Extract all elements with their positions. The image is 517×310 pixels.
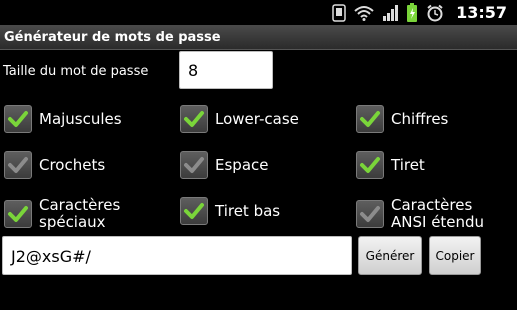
- copy-button[interactable]: Copier: [429, 236, 481, 275]
- checkmark-icon[interactable]: [4, 200, 32, 228]
- battery-icon: [406, 2, 418, 23]
- option-checkbox[interactable]: Caractères spéciaux: [4, 197, 159, 231]
- password-field[interactable]: J2@xsG#/: [2, 236, 352, 275]
- option-checkbox[interactable]: Chiffres: [356, 105, 448, 133]
- status-bar: 13:57: [0, 0, 517, 25]
- option-label: Majuscules: [39, 109, 122, 128]
- length-input[interactable]: 8: [179, 51, 273, 89]
- checkmark-icon[interactable]: [180, 105, 208, 133]
- option-checkbox[interactable]: Espace: [180, 151, 268, 179]
- title-bar: Générateur de mots de passe: [0, 25, 517, 50]
- alarm-icon: [426, 4, 444, 22]
- checkmark-icon[interactable]: [356, 200, 384, 228]
- option-checkbox[interactable]: Tiret: [356, 151, 425, 179]
- phone-icon: [332, 3, 346, 22]
- checkmark-icon[interactable]: [180, 151, 208, 179]
- option-label: Crochets: [39, 155, 106, 174]
- app-title: Générateur de mots de passe: [4, 29, 221, 45]
- checkmark-icon[interactable]: [4, 151, 32, 179]
- option-checkbox[interactable]: Caractères ANSI étendu: [356, 197, 511, 231]
- option-label: Tiret bas: [215, 201, 281, 220]
- wifi-icon: [354, 5, 374, 21]
- status-time: 13:57: [456, 3, 507, 22]
- option-checkbox[interactable]: Crochets: [4, 151, 105, 179]
- option-label: Espace: [215, 155, 269, 174]
- option-label: Lower-case: [215, 109, 299, 128]
- generate-button[interactable]: Générer: [358, 236, 422, 275]
- option-checkbox[interactable]: Majuscules: [4, 105, 122, 133]
- checkmark-icon[interactable]: [356, 151, 384, 179]
- option-checkbox[interactable]: Lower-case: [180, 105, 299, 133]
- option-label: Caractères ANSI étendu: [391, 196, 485, 231]
- option-label: Tiret: [391, 155, 425, 174]
- length-label: Taille du mot de passe: [3, 64, 149, 79]
- signal-icon: [382, 4, 399, 21]
- option-label: Caractères spéciaux: [39, 196, 121, 231]
- checkmark-icon[interactable]: [180, 197, 208, 225]
- checkmark-icon[interactable]: [356, 105, 384, 133]
- checkmark-icon[interactable]: [4, 105, 32, 133]
- option-label: Chiffres: [391, 109, 449, 128]
- option-checkbox[interactable]: Tiret bas: [180, 197, 280, 225]
